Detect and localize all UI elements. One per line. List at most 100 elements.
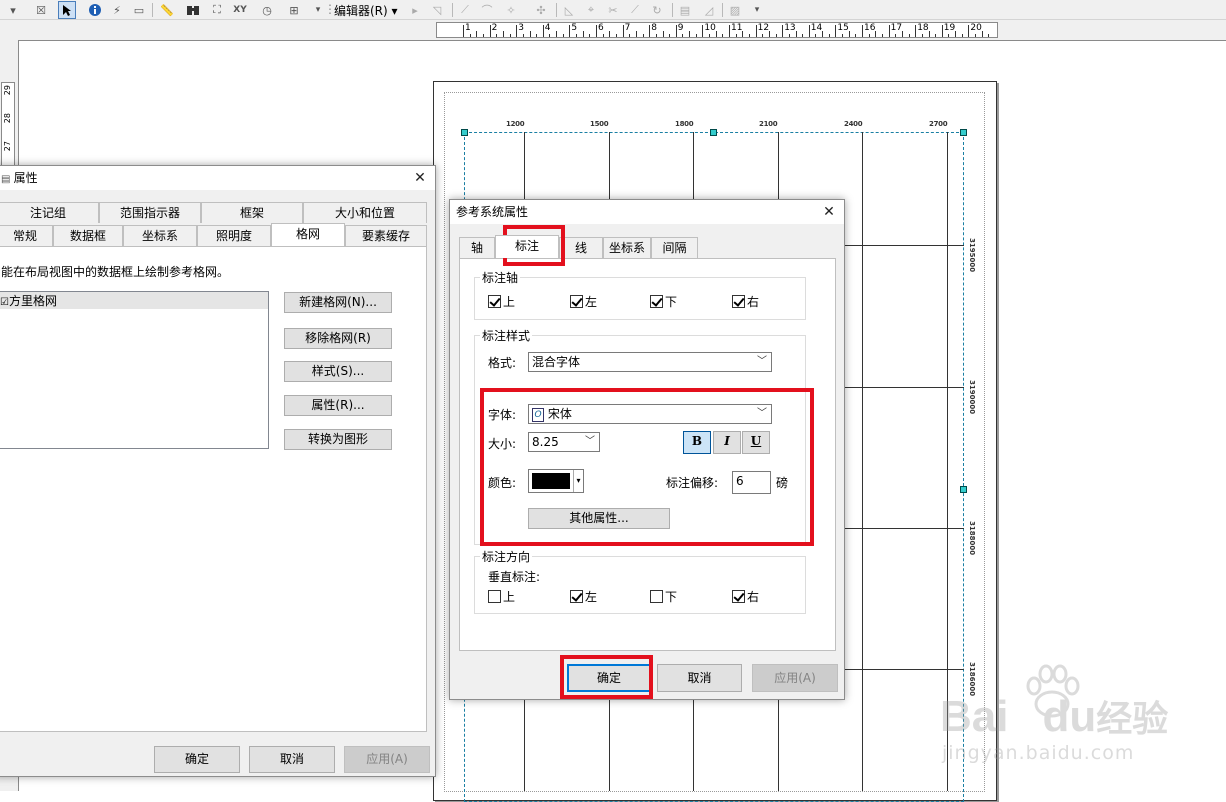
- format-select[interactable]: 混合字体 ﹀: [528, 352, 772, 372]
- convert-to-graphics-button[interactable]: 转换为图形: [284, 429, 392, 450]
- tab-feature-cache[interactable]: 要素缓存: [345, 225, 427, 246]
- selection-handle[interactable]: [960, 129, 967, 136]
- sketch-properties-icon[interactable]: ◿: [700, 1, 718, 19]
- ruler-tick: [655, 34, 657, 37]
- checkbox-box[interactable]: [570, 294, 583, 308]
- tab-annotation-groups[interactable]: 注记组: [0, 202, 99, 223]
- tab-coordinate-system[interactable]: 坐标系: [123, 225, 197, 246]
- ruler-tick: [941, 25, 943, 37]
- tab-lines[interactable]: 线: [559, 237, 603, 258]
- checkbox-box[interactable]: [732, 589, 745, 603]
- ruler-mark: 1: [465, 23, 471, 33]
- dropdown-icon[interactable]: ▾: [4, 1, 22, 19]
- tab-size-position[interactable]: 大小和位置: [303, 202, 427, 223]
- checkbox-box[interactable]: [650, 294, 663, 308]
- close-icon[interactable]: ✕: [411, 169, 429, 187]
- style-button[interactable]: 样式(S)...: [284, 361, 392, 382]
- direction-left-checkbox[interactable]: 左: [570, 588, 597, 604]
- attributes-icon[interactable]: ▤: [676, 1, 694, 19]
- edit-vertices-icon[interactable]: ◺: [560, 1, 578, 19]
- tab-coordinate-system[interactable]: 坐标系: [603, 237, 651, 258]
- grid-list[interactable]: ☑方里格网: [0, 291, 269, 449]
- grid-checkbox[interactable]: ☑: [0, 297, 9, 308]
- dialog-title-bar[interactable]: 参考系统属性: [450, 200, 844, 224]
- tab-general[interactable]: 常规: [0, 225, 53, 246]
- direction-top-checkbox[interactable]: 上: [488, 588, 515, 604]
- tab-data-frame[interactable]: 数据框: [53, 225, 123, 246]
- ruler-mark: 17: [890, 23, 903, 33]
- clear-selection-icon[interactable]: ☒: [32, 1, 50, 19]
- apply-button[interactable]: 应用(A): [344, 746, 430, 773]
- toolbar-options-icon[interactable]: ▾: [748, 1, 766, 19]
- direction-bottom-checkbox[interactable]: 下: [650, 588, 677, 604]
- tab-frame[interactable]: 框架: [201, 202, 303, 223]
- other-properties-button[interactable]: 其他属性...: [528, 508, 670, 529]
- italic-button[interactable]: I: [713, 431, 741, 454]
- cancel-button[interactable]: 取消: [249, 746, 335, 773]
- end-point-arc-icon[interactable]: ⌒: [478, 1, 496, 19]
- selection-handle[interactable]: [960, 486, 967, 493]
- straight-segment-icon[interactable]: ⟋: [456, 1, 474, 19]
- checkbox-box[interactable]: [570, 589, 583, 603]
- apply-button[interactable]: 应用(A): [752, 664, 838, 692]
- html-popup-icon[interactable]: ▭: [130, 1, 148, 19]
- tab-illumination[interactable]: 照明度: [197, 225, 271, 246]
- edit-tool-icon[interactable]: ▸: [406, 1, 424, 19]
- axis-left-checkbox[interactable]: 左: [570, 293, 597, 309]
- tab-extent-indicators[interactable]: 范围指示器: [99, 202, 201, 223]
- rotate-icon[interactable]: ↻: [648, 1, 666, 19]
- tab-intervals[interactable]: 间隔: [651, 237, 698, 258]
- font-select[interactable]: O 宋体 ﹀: [528, 404, 772, 424]
- create-features-icon[interactable]: ▨: [726, 1, 744, 19]
- selection-handle[interactable]: [461, 129, 468, 136]
- measure-icon[interactable]: 📏: [158, 1, 176, 19]
- size-select[interactable]: 8.25 ﹀: [528, 432, 600, 452]
- find-icon[interactable]: [184, 1, 202, 19]
- create-viewer-icon[interactable]: ⊞: [285, 1, 303, 19]
- ok-button[interactable]: 确定: [567, 664, 651, 692]
- point-icon[interactable]: ✣: [532, 1, 550, 19]
- tab-axes[interactable]: 轴: [459, 237, 495, 258]
- direction-right-checkbox[interactable]: 右: [732, 588, 759, 604]
- new-grid-button[interactable]: 新建格网(N)...: [284, 292, 392, 313]
- select-elements-icon[interactable]: [58, 1, 76, 19]
- selection-handle[interactable]: [710, 129, 717, 136]
- ruler-tick: [729, 25, 730, 37]
- properties-button[interactable]: 属性(R)...: [284, 395, 392, 416]
- ruler-tick: [662, 31, 664, 37]
- tab-labels[interactable]: 标注: [495, 235, 559, 258]
- checkbox-box[interactable]: [650, 589, 663, 603]
- ok-button[interactable]: 确定: [154, 746, 240, 773]
- goto-xy-icon[interactable]: XY: [231, 1, 249, 19]
- underline-button[interactable]: U: [742, 431, 770, 454]
- cut-polygons-icon[interactable]: ✂: [604, 1, 622, 19]
- close-icon[interactable]: ✕: [820, 203, 838, 221]
- dialog-title: 属性: [13, 171, 38, 185]
- editor-menu[interactable]: 编辑器(R) ▾: [334, 2, 398, 19]
- identify-icon[interactable]: [86, 1, 104, 19]
- offset-input[interactable]: 6: [732, 471, 771, 494]
- axis-bottom-checkbox[interactable]: 下: [650, 293, 677, 309]
- axis-right-checkbox[interactable]: 右: [732, 293, 759, 309]
- trace-icon[interactable]: ✧: [502, 1, 520, 19]
- color-picker[interactable]: ▾: [528, 469, 584, 493]
- cancel-button[interactable]: 取消: [657, 664, 742, 692]
- bold-button[interactable]: B: [683, 431, 711, 454]
- checkbox-box[interactable]: [732, 294, 745, 308]
- axis-top-checkbox[interactable]: 上: [488, 293, 515, 309]
- time-slider-icon[interactable]: ◷: [258, 1, 276, 19]
- hyperlink-icon[interactable]: ⚡: [108, 1, 126, 19]
- tab-grids[interactable]: 格网: [271, 223, 345, 246]
- split-icon[interactable]: ⟋: [626, 1, 644, 19]
- grid-label: 2100: [759, 120, 778, 128]
- reshape-icon[interactable]: ⌖: [582, 1, 600, 19]
- find-route-icon[interactable]: ⛶: [208, 1, 226, 19]
- edit-annotation-icon[interactable]: ◹: [428, 1, 446, 19]
- dialog-title-bar[interactable]: ▤ 属性: [0, 166, 435, 190]
- ruler-mark: 16: [864, 23, 876, 33]
- checkbox-box[interactable]: [488, 589, 501, 603]
- remove-grid-button[interactable]: 移除格网(R): [284, 328, 392, 349]
- checkbox-box[interactable]: [488, 294, 501, 308]
- ruler-mark: 6: [598, 23, 604, 33]
- list-item[interactable]: ☑方里格网: [0, 292, 268, 309]
